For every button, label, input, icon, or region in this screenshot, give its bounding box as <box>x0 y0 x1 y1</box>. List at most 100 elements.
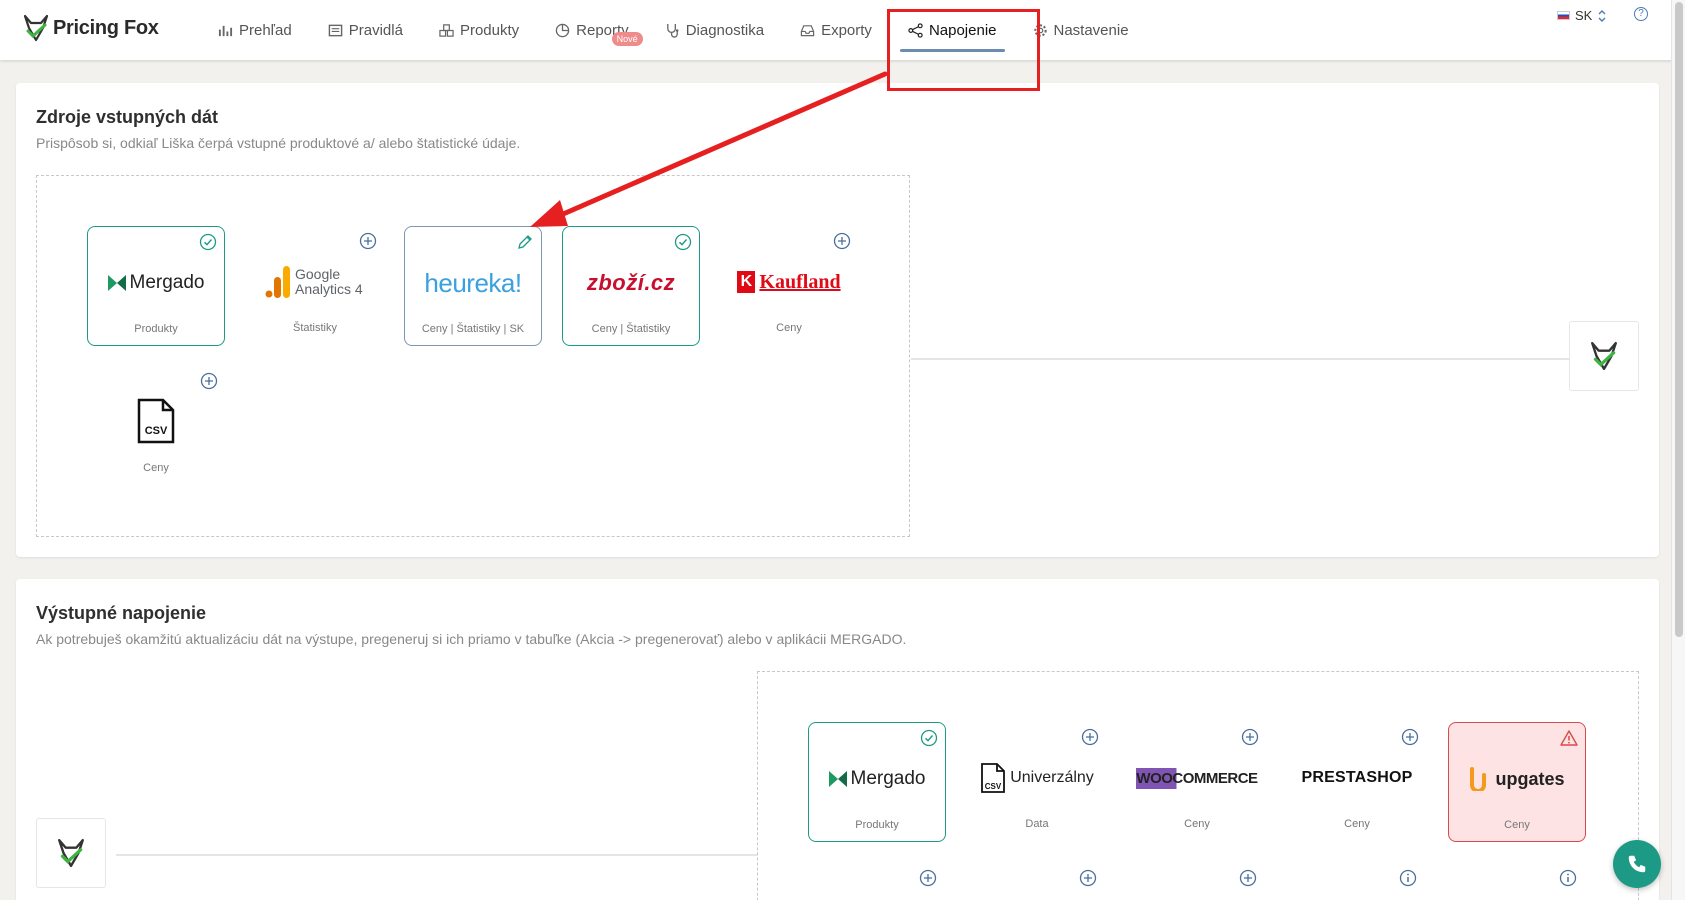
add-circle-icon[interactable] <box>1239 869 1257 887</box>
list-icon <box>328 24 343 36</box>
add-circle-icon[interactable] <box>833 232 851 250</box>
add-circle-icon[interactable] <box>1241 728 1259 746</box>
tile-name: heureka! <box>424 267 522 298</box>
output-tile-univerzalny[interactable]: CSV Univerzálny Data <box>968 722 1106 842</box>
upgates-mark-icon <box>1470 767 1487 791</box>
tile-subtitle: Ceny | Štatistiky <box>591 323 671 335</box>
tile-subtitle: Ceny <box>776 322 802 334</box>
nav-produkty[interactable]: Produkty <box>421 0 537 60</box>
add-circle-icon[interactable] <box>1401 728 1419 746</box>
fox-logo-icon <box>1591 341 1617 371</box>
add-circle-icon[interactable] <box>919 869 937 887</box>
mergado-logo: Mergado <box>88 265 224 301</box>
check-circle-icon <box>920 729 938 747</box>
sources-description: Prispôsob si, odkiaľ Liška čerpá vstupné… <box>36 135 521 151</box>
help-icon[interactable]: ? <box>1634 7 1648 21</box>
brand-name: Pricing Fox <box>53 16 159 39</box>
google-analytics-logo: Google Analytics 4 <box>246 264 384 300</box>
analytics-bars-icon <box>265 266 290 298</box>
zbozi-logo: zboží.cz <box>563 265 699 301</box>
nav-label: Prehľad <box>239 21 292 39</box>
nav-label: Pravidlá <box>348 21 403 39</box>
tile-subtitle: Štatistiky <box>292 322 337 334</box>
nav-label: Nastavenie <box>1053 21 1129 39</box>
tile-subtitle: Ceny <box>143 462 169 474</box>
add-circle-icon[interactable] <box>1079 869 1097 887</box>
outputs-connector-line <box>116 854 757 856</box>
nav-exporty[interactable]: Exporty <box>782 0 890 60</box>
tile-name: Google Analytics 4 <box>295 266 363 297</box>
pricing-fox-hub <box>1569 321 1639 391</box>
scrollbar-thumb[interactable] <box>1675 2 1683 637</box>
output-tile-upgates[interactable]: upgates Ceny <box>1448 722 1586 842</box>
tile-name: Univerzálny <box>1010 769 1094 786</box>
tile-name: upgates <box>1495 768 1565 789</box>
fox-logo-icon <box>58 838 84 868</box>
source-tile-mergado[interactable]: Mergado Produkty <box>87 226 225 346</box>
upgates-logo: upgates <box>1449 761 1585 797</box>
top-navigation-bar: Pricing Fox Prehľad Pravidlá Produkty Re… <box>0 0 1685 60</box>
chevron-up-down-icon <box>1598 9 1606 22</box>
csv-file-icon: CSV <box>137 398 175 444</box>
language-selector[interactable]: SK <box>1557 8 1607 23</box>
output-connections-panel: Výstupné napojenie Ak potrebuješ okamžit… <box>16 579 1659 900</box>
source-tile-kaufland[interactable]: K Kaufland Ceny <box>720 226 858 346</box>
pencil-icon[interactable] <box>516 233 534 251</box>
check-circle-icon <box>199 233 217 251</box>
add-circle-icon[interactable] <box>359 232 377 250</box>
tile-name: CSV <box>145 425 168 437</box>
stethoscope-icon <box>666 23 679 38</box>
new-badge: Nové <box>611 32 643 46</box>
warning-icon <box>1560 730 1578 746</box>
outputs-title: Výstupné napojenie <box>36 603 207 623</box>
nav-label: Exporty <box>821 21 872 39</box>
inbox-icon <box>800 24 815 36</box>
sources-connector-line <box>911 358 1573 360</box>
info-icon[interactable] <box>1399 869 1417 887</box>
nav-label: Diagnostika <box>685 21 765 39</box>
slovak-flag-icon <box>1557 11 1570 20</box>
tile-name: Kaufland <box>759 270 841 293</box>
pricing-fox-hub <box>36 818 106 888</box>
tile-subtitle: Produkty <box>134 323 178 335</box>
info-icon[interactable] <box>1559 869 1577 887</box>
tile-subtitle: Ceny <box>1184 818 1210 830</box>
mergado-mark-icon <box>107 275 126 291</box>
mergado-mark-icon <box>828 771 847 787</box>
check-circle-icon <box>674 233 692 251</box>
add-circle-icon[interactable] <box>200 372 218 390</box>
source-tile-google-analytics[interactable]: Google Analytics 4 Štatistiky <box>246 226 384 346</box>
language-code: SK <box>1575 8 1593 23</box>
source-tile-zbozi[interactable]: zboží.cz Ceny | Štatistiky <box>562 226 700 346</box>
output-tile-woocommerce[interactable]: WOOCOMMERCE Ceny <box>1128 722 1266 842</box>
output-tile-prestashop[interactable]: PRESTASHOP Ceny <box>1288 722 1426 842</box>
woocommerce-logo: WOOCOMMERCE <box>1128 760 1266 796</box>
svg-text:CSV: CSV <box>985 782 1002 791</box>
call-button[interactable] <box>1613 840 1661 888</box>
add-circle-icon[interactable] <box>1081 728 1099 746</box>
source-tile-csv[interactable]: CSV Ceny <box>87 366 225 486</box>
tile-name: WOOCOMMERCE <box>1136 767 1258 789</box>
nav-prehlad[interactable]: Prehľad <box>200 0 310 60</box>
outputs-description: Ak potrebuješ okamžitú aktualizáciu dát … <box>36 631 907 647</box>
bar-chart-icon <box>218 25 233 36</box>
source-tile-heureka[interactable]: heureka! Ceny | Štatistiky | SK <box>404 226 542 346</box>
phone-icon <box>1628 855 1646 873</box>
nav-diagnostika[interactable]: Diagnostika <box>647 0 782 60</box>
univerzalny-logo: CSV Univerzálny <box>968 760 1106 796</box>
heureka-logo: heureka! <box>405 265 541 301</box>
tile-subtitle: Ceny <box>1344 818 1370 830</box>
tile-subtitle: Produkty <box>855 819 899 831</box>
page-scrollbar[interactable] <box>1671 0 1685 900</box>
tile-subtitle: Data <box>1025 818 1049 830</box>
pricing-fox-logo[interactable]: Pricing Fox <box>23 14 159 42</box>
nav-reporty[interactable]: Reporty Nové <box>537 0 647 60</box>
csv-file-icon: CSV <box>981 763 1006 793</box>
tile-subtitle: Ceny <box>1504 819 1530 831</box>
tile-name: zboží.cz <box>586 270 676 295</box>
kaufland-logo: K Kaufland <box>720 264 858 300</box>
tile-name: Mergado <box>129 272 205 293</box>
nav-pravidla[interactable]: Pravidlá <box>310 0 421 60</box>
mergado-logo: Mergado <box>809 761 945 797</box>
output-tile-mergado[interactable]: Mergado Produkty <box>808 722 946 842</box>
